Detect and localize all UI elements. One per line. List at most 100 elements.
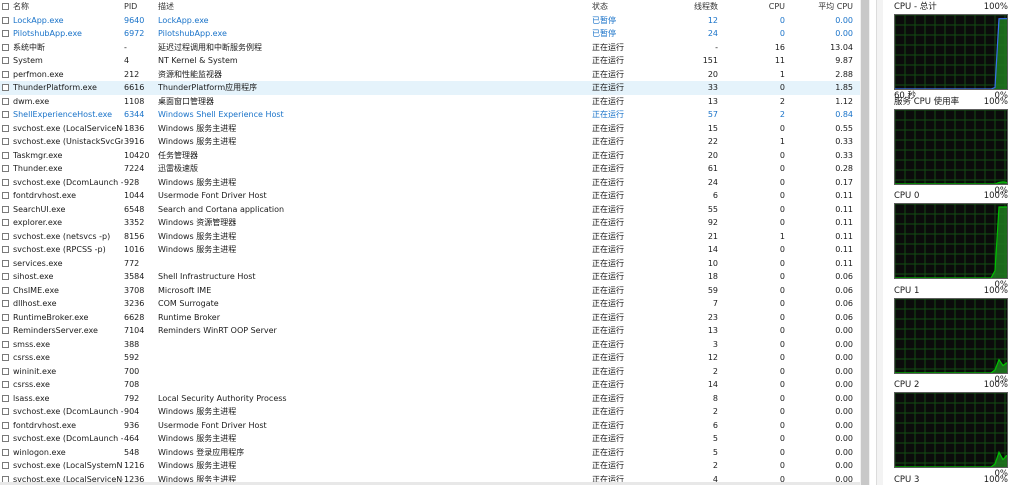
table-row[interactable]: RuntimeBroker.exe 6628 Runtime Broker 正在运行 2… [0, 311, 870, 325]
row-checkbox[interactable] [2, 448, 9, 456]
process-threads: 8 [712, 393, 718, 403]
process-description: COM Surrogate [158, 299, 219, 308]
table-row[interactable]: sihost.exe 3584 Shell Infrastructure Host 正… [0, 270, 870, 284]
table-row[interactable]: fontdrvhost.exe 1044 Usermode Font Driver … [0, 189, 870, 203]
row-checkbox[interactable] [2, 165, 9, 172]
process-description [158, 351, 588, 365]
table-row[interactable]: svchost.exe (LocalSystemNet...1216 Window… [0, 459, 870, 473]
table-row[interactable]: svchost.exe (UnistackSvcGro...3916 Window… [0, 135, 870, 149]
table-row[interactable]: lsass.exe 792 Local Security Authority Pro… [0, 392, 870, 406]
table-row[interactable]: SearchUI.exe 6548 Search and Cortana appli… [0, 203, 870, 217]
row-checkbox[interactable] [2, 421, 9, 429]
row-checkbox[interactable] [2, 219, 9, 226]
table-row[interactable]: System 4 NT Kernel & System 正在运行 151 11 9.87 [0, 54, 870, 68]
col-header-cpu[interactable]: CPU [720, 0, 785, 14]
table-row[interactable]: dllhost.exe 3236 COM Surrogate 正在运行 7 0 0.06 [0, 297, 870, 311]
table-row[interactable]: csrss.exe 592 正在运行 12 0 0.00 [0, 351, 870, 365]
table-row[interactable]: LockApp.exe 9640 LockApp.exe 已暂停 12 0 0.00 [0, 14, 870, 28]
process-avg-cpu: 0.06 [835, 312, 853, 322]
scrollbar-thumb[interactable] [861, 0, 869, 485]
row-checkbox[interactable] [2, 313, 9, 321]
table-row[interactable]: 系统中断 - 延迟过程调用和中断服务例程 正在运行 - 16 13.04 [0, 41, 870, 55]
row-checkbox[interactable] [2, 286, 9, 294]
row-checkbox[interactable] [2, 16, 9, 24]
row-checkbox[interactable] [2, 367, 9, 375]
row-checkbox[interactable] [2, 84, 9, 91]
cpu-graph [894, 203, 1008, 279]
table-row[interactable]: svchost.exe (netsvcs -p) 8156 Windows 服务主进… [0, 230, 870, 244]
process-description: Reminders WinRT OOP Server [158, 326, 277, 335]
row-checkbox[interactable] [2, 138, 9, 145]
table-row[interactable]: Thunder.exe 7224 迅雷极速版 正在运行 61 0 0.28 [0, 162, 870, 176]
cpu-graph [894, 392, 1008, 468]
row-checkbox[interactable] [2, 300, 9, 307]
table-row[interactable]: winlogon.exe 548 Windows 登录应用程序 正在运行 5 0 0.00 [0, 446, 870, 460]
row-checkbox[interactable] [2, 408, 9, 415]
col-header-desc[interactable]: 描述 [158, 0, 588, 14]
process-pid: 464 [124, 434, 140, 443]
col-header-pid[interactable]: PID [124, 0, 154, 14]
row-checkbox[interactable] [2, 462, 9, 469]
table-row[interactable]: svchost.exe (DcomLaunch -p) 904 Windows 服务… [0, 405, 870, 419]
row-checkbox[interactable] [2, 30, 9, 37]
col-header-status[interactable]: 状态 [592, 0, 652, 14]
table-row[interactable]: ShellExperienceHost.exe 6344 Windows Shell… [0, 108, 870, 122]
row-checkbox[interactable] [2, 57, 9, 64]
table-row[interactable]: svchost.exe (LocalServiceNo... 1836 Window… [0, 122, 870, 136]
table-row[interactable]: svchost.exe (DcomLaunch -p) 464 Windows 服务… [0, 432, 870, 446]
table-row[interactable]: ChsIME.exe 3708 Microsoft IME 正在运行 59 0 0.06 [0, 284, 870, 298]
table-row[interactable]: smss.exe 388 正在运行 3 0 0.00 [0, 338, 870, 352]
row-checkbox[interactable] [2, 97, 9, 105]
row-checkbox[interactable] [2, 381, 9, 388]
process-cpu: 0 [779, 326, 785, 335]
graph-header: CPU 2 100% [894, 380, 1022, 391]
row-checkbox[interactable] [2, 43, 9, 51]
row-checkbox[interactable] [2, 435, 9, 442]
table-row[interactable]: dwm.exe 1108 桌面窗口管理器 正在运行 13 2 1.12 [0, 95, 870, 109]
graph-max-label: 100% [983, 285, 1008, 296]
table-row[interactable]: explorer.exe 3352 Windows 资源管理器 正在运行 92 0 0.11 [0, 216, 870, 230]
row-checkbox[interactable] [2, 151, 9, 159]
row-checkbox[interactable] [2, 192, 9, 199]
graph-title: CPU 0 [894, 191, 920, 201]
row-checkbox[interactable] [2, 259, 9, 267]
row-checkbox[interactable] [2, 327, 9, 334]
process-avg-cpu: 0.84 [835, 110, 853, 119]
process-cpu: 0 [779, 15, 785, 25]
process-avg-cpu: 0.11 [835, 245, 853, 254]
col-header-threads[interactable]: 线程数 [655, 0, 718, 14]
row-checkbox[interactable] [2, 232, 9, 240]
process-threads: 13 [707, 326, 718, 335]
row-checkbox[interactable] [2, 205, 9, 213]
table-row[interactable]: wininit.exe 700 正在运行 2 0 0.00 [0, 365, 870, 379]
process-name: wininit.exe [13, 366, 57, 376]
table-row[interactable]: svchost.exe (DcomLaunch -p) 928 Windows 服务… [0, 176, 870, 190]
table-row[interactable]: svchost.exe (RPCSS -p) 1016 Windows 服务主进程 正… [0, 243, 870, 257]
table-row[interactable]: ThunderPlatform.exe 6616 ThunderPlatform应用… [0, 81, 870, 95]
pane-splitter[interactable] [876, 0, 883, 485]
process-pid: 928 [124, 177, 140, 187]
table-row[interactable]: csrss.exe 708 正在运行 14 0 0.00 [0, 378, 870, 392]
row-checkbox[interactable] [2, 394, 9, 402]
row-checkbox[interactable] [2, 354, 9, 361]
table-row[interactable]: Taskmgr.exe 10420 任务管理器 正在运行 20 0 0.33 [0, 149, 870, 163]
process-name: csrss.exe [13, 353, 50, 362]
row-checkbox[interactable] [2, 273, 9, 280]
table-row[interactable]: perfmon.exe 212 资源和性能监视器 正在运行 20 1 2.88 [0, 68, 870, 82]
table-row[interactable]: fontdrvhost.exe 936 Usermode Font Driver H… [0, 419, 870, 433]
row-checkbox[interactable] [2, 111, 9, 118]
table-row[interactable]: services.exe 772 正在运行 10 0 0.11 [0, 257, 870, 271]
col-header-name[interactable]: 名称 [13, 0, 123, 14]
col-header-avg-cpu[interactable]: 平均 CPU [788, 0, 853, 14]
row-checkbox[interactable] [2, 178, 9, 186]
row-checkbox[interactable] [2, 340, 9, 348]
row-checkbox[interactable] [2, 124, 9, 132]
row-checkbox[interactable] [2, 70, 9, 78]
table-row[interactable]: RemindersServer.exe 7104 Reminders WinRT O… [0, 324, 870, 338]
table-row[interactable]: PilotshubApp.exe 6972 PilotshubApp.exe 已暂停 2… [0, 27, 870, 41]
select-all-checkbox[interactable] [2, 3, 9, 10]
row-checkbox[interactable] [2, 246, 9, 253]
process-description: Windows 服务主进程 [158, 461, 237, 470]
process-name: dwm.exe [13, 96, 50, 106]
process-name: ThunderPlatform.exe [13, 83, 97, 92]
